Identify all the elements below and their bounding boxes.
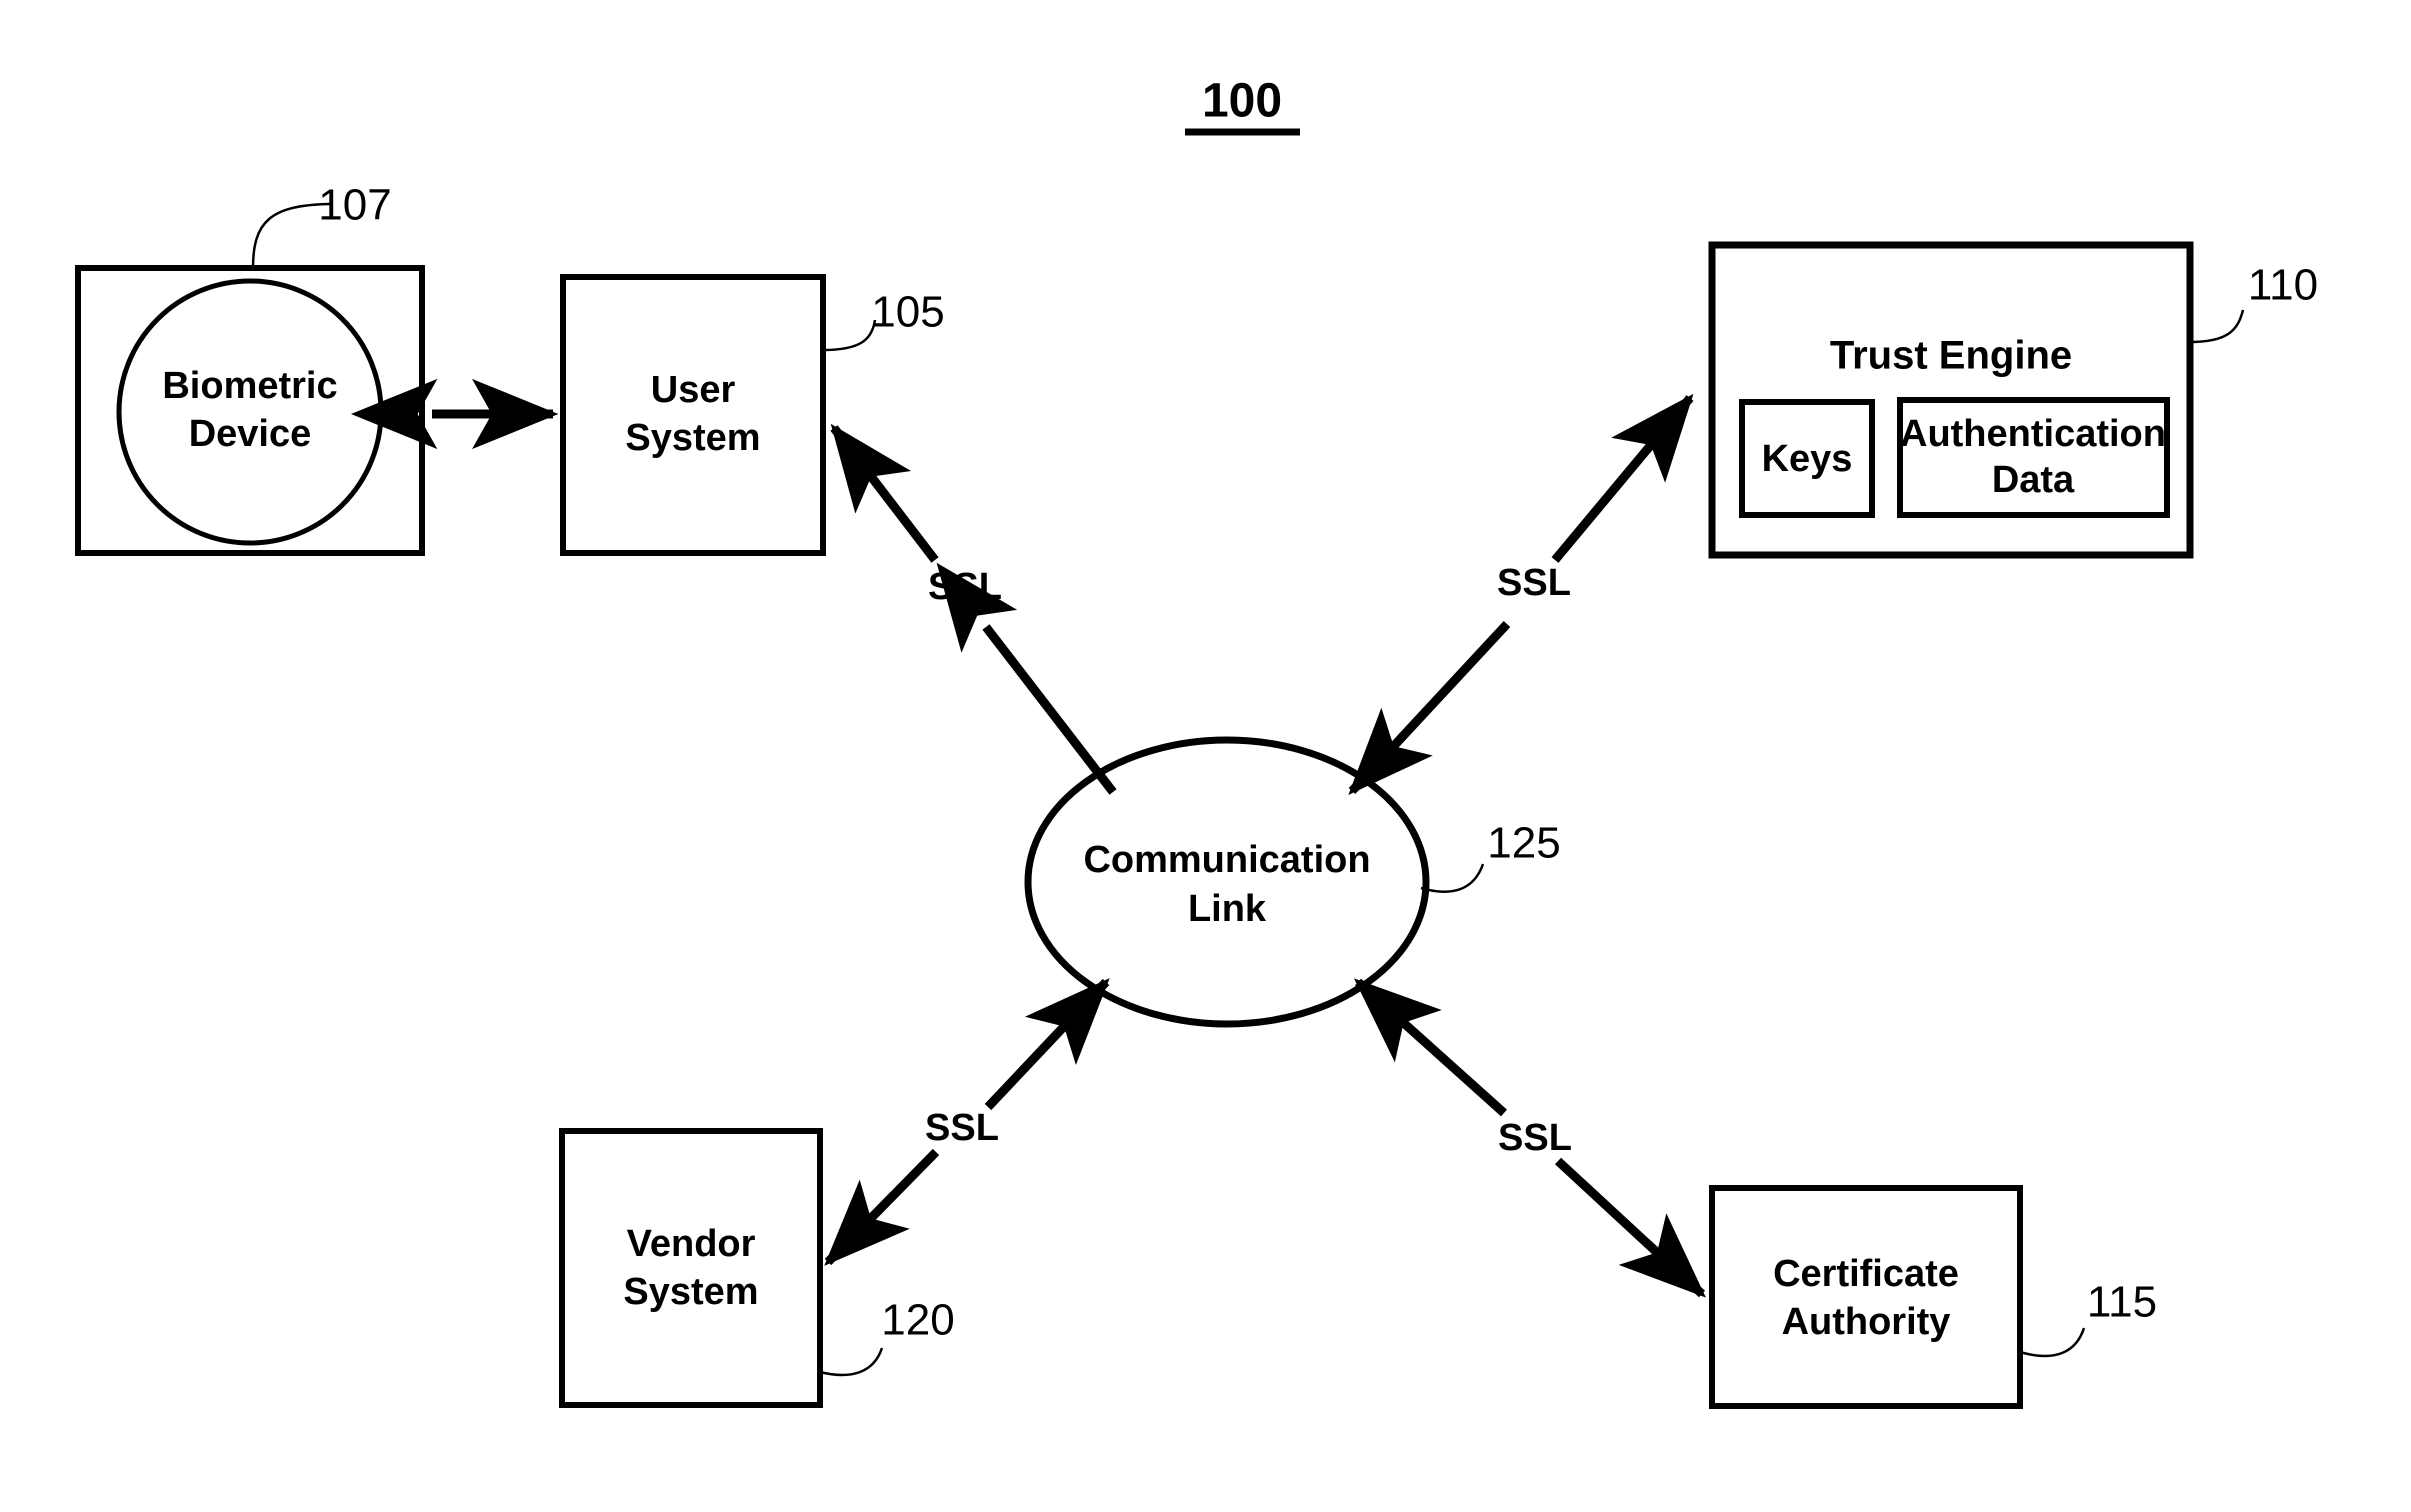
certificate-authority-box[interactable] — [1709, 1185, 2023, 1409]
biometric-device-ref: 107 — [318, 181, 391, 230]
trust-engine-auth-data-group[interactable]: Authentication Data — [1897, 397, 2170, 518]
patent-figure: 100 Biometric Device 107 User System 105… — [0, 0, 2411, 1512]
communication-link-label-line1: Communication — [1083, 839, 1370, 881]
biometric-device-label-line2: Device — [189, 413, 312, 455]
node-certificate-authority[interactable]: Certificate Authority 115 — [1709, 1185, 2157, 1409]
edge-user-to-link-seg-lower[interactable] — [936, 562, 1117, 795]
node-vendor-system[interactable]: Vendor System 120 — [559, 1128, 955, 1408]
vendor-system-label-line2: System — [623, 1271, 758, 1313]
edge-vendor-to-link-seg-upper[interactable] — [984, 978, 1110, 1111]
edge-vendor-to-link-seg-lower[interactable] — [824, 1148, 940, 1266]
certificate-authority-label-line2: Authority — [1782, 1301, 1951, 1343]
edge-vendor-to-link[interactable]: SSL — [824, 978, 1110, 1266]
node-user-system[interactable]: User System 105 — [560, 274, 945, 556]
edge-link-to-trust-engine-label: SSL — [1497, 562, 1571, 604]
edge-user-to-link-label: SSL — [928, 566, 1002, 608]
edge-user-to-link[interactable]: SSL — [830, 423, 1117, 795]
trust-engine-ref-leader — [2189, 309, 2245, 344]
certificate-authority-ref: 115 — [2087, 1278, 2157, 1327]
vendor-system-ref: 120 — [881, 1296, 954, 1345]
edge-link-to-ca-seg-lower[interactable] — [1554, 1157, 1706, 1298]
certificate-authority-label-line1: Certificate — [1773, 1253, 1959, 1295]
vendor-system-box[interactable] — [559, 1128, 823, 1408]
user-system-label-line1: User — [651, 369, 736, 411]
certificate-authority-ref-leader — [2019, 1327, 2086, 1358]
authentication-data-label-line2: Data — [1992, 459, 2075, 501]
edge-link-to-trust-engine-seg-lower[interactable] — [1348, 620, 1511, 795]
edge-link-to-trust-engine[interactable]: SSL — [1348, 393, 1694, 795]
node-biometric-device[interactable]: Biometric Device 107 — [75, 181, 425, 556]
authentication-data-label-line1: Authentication — [1900, 413, 2166, 455]
communication-link-label-line2: Link — [1188, 888, 1267, 930]
biometric-device-circle — [116, 278, 384, 546]
edge-user-to-link-seg-upper[interactable] — [830, 423, 939, 563]
vendor-system-label-line1: Vendor — [627, 1223, 756, 1265]
communication-link-ref: 125 — [1487, 819, 1560, 868]
edge-vendor-to-link-label: SSL — [925, 1107, 999, 1149]
user-system-ref: 105 — [871, 288, 944, 337]
keys-label: Keys — [1762, 438, 1853, 480]
edge-link-to-certificate-authority[interactable]: SSL — [1353, 978, 1706, 1298]
user-system-box[interactable] — [560, 274, 826, 556]
figure-title: 100 — [1202, 75, 1282, 128]
edge-link-to-ca-label: SSL — [1498, 1117, 1572, 1159]
user-system-label-line2: System — [625, 417, 760, 459]
communication-link-ref-leader — [1420, 863, 1485, 893]
trust-engine-label: Trust Engine — [1830, 334, 2072, 378]
biometric-device-label-line1: Biometric — [162, 365, 337, 407]
communication-link-ellipse[interactable] — [1024, 736, 1430, 1028]
figure-title-group: 100 — [1185, 75, 1300, 136]
diagram-canvas: 100 Biometric Device 107 User System 105… — [75, 75, 2318, 1409]
edge-link-to-trust-engine-seg-upper[interactable] — [1551, 393, 1694, 563]
trust-engine-keys-group[interactable]: Keys — [1739, 399, 1875, 518]
user-system-ref-leader — [822, 319, 877, 352]
node-trust-engine[interactable]: Trust Engine Keys Authentication Data 11… — [1708, 241, 2318, 559]
vendor-system-ref-leader — [819, 1347, 884, 1377]
edge-link-to-ca-seg-upper[interactable] — [1353, 978, 1508, 1117]
trust-engine-ref: 110 — [2248, 261, 2318, 310]
